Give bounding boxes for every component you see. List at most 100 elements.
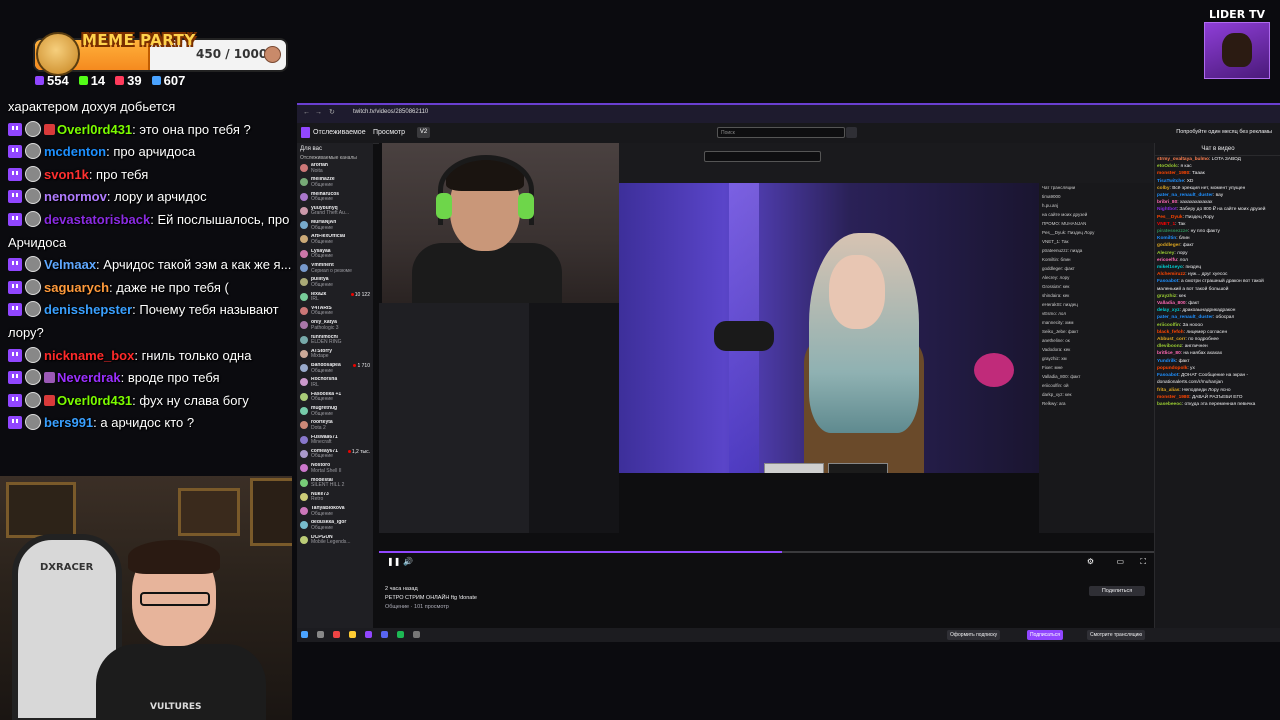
forward-arrow-icon[interactable]: → <box>315 109 322 116</box>
browser-url[interactable]: twitch.tv/videos/2850862110 <box>353 109 428 115</box>
chat-username[interactable]: goddleger <box>1157 243 1180 248</box>
search-icon[interactable] <box>846 127 857 138</box>
chat-username[interactable]: bers991 <box>44 415 93 430</box>
participant-thumb[interactable] <box>764 463 824 473</box>
sidebar-channel[interactable]: Bandosapea Общение 1 710 <box>297 363 373 377</box>
sidebar-channel[interactable]: Nostoro Mortal Shell II <box>297 463 373 477</box>
windows-start-icon[interactable] <box>301 631 308 638</box>
chat-username[interactable]: Alecrey <box>1157 251 1174 256</box>
volume-icon[interactable]: 🔊 <box>403 557 413 566</box>
watch-stream-button[interactable]: Смотрите трансляцию <box>1087 630 1146 640</box>
sidebar-channel[interactable]: deduskka_lgor Общение <box>297 520 373 534</box>
follow-button[interactable]: Оформить подписку <box>947 630 1001 640</box>
sidebar-channel[interactable]: Rochorsha IRL <box>297 377 373 391</box>
chat-username[interactable]: basebeeoc <box>1157 402 1182 407</box>
chrome-icon[interactable] <box>333 631 340 638</box>
twitch-taskbar-icon[interactable] <box>365 631 372 638</box>
chat-username[interactable]: delay_xyz <box>1157 308 1180 313</box>
chat-username[interactable]: frita_alias <box>1157 388 1179 393</box>
chat-username[interactable]: nickname_box <box>44 348 134 363</box>
sidebar-channel[interactable]: aroffah Noita <box>297 163 373 177</box>
sidebar-channel[interactable]: Vmmnent Сериал о резюме <box>297 263 373 277</box>
chat-username[interactable]: piratessezzze <box>1157 229 1188 234</box>
sidebar-channel[interactable]: Fuswaa671 Minecraft <box>297 435 373 449</box>
share-button[interactable]: Поделиться <box>1089 586 1145 596</box>
reload-icon[interactable]: ↻ <box>329 108 335 116</box>
sidebar-channel[interactable]: comeay671 Общение 1,2 тыс. <box>297 449 373 463</box>
chat-username[interactable]: colby <box>1157 186 1170 191</box>
chat-username[interactable]: Nightbot <box>1157 207 1177 212</box>
back-arrow-icon[interactable]: ← <box>303 109 310 116</box>
vk-play-icon[interactable]: V2 <box>417 127 430 138</box>
sidebar-channel[interactable]: DCPGUN Mobile Legends... <box>297 535 373 549</box>
chat-username[interactable]: denisshepster <box>44 302 132 317</box>
sidebar-channel[interactable]: Fasoollka +1 Общение <box>297 392 373 406</box>
chat-username[interactable]: eriicoolfin <box>1157 323 1180 328</box>
sidebar-channel[interactable]: modestal SILENT HILL 2 <box>297 478 373 492</box>
chat-username[interactable]: mikel1seyo <box>1157 265 1183 270</box>
sidebar-channel[interactable]: ATStorry Mixtape <box>297 349 373 363</box>
search-input[interactable]: Поиск <box>717 127 845 138</box>
sidebar-channel[interactable]: Lysayaa Общение <box>297 249 373 263</box>
video-player[interactable]: Чат трансляции tima9000 h.pu.anj на сайте м… <box>379 143 1154 578</box>
sidebar-channel[interactable]: melharucos Общение <box>297 192 373 206</box>
chat-username[interactable]: Yundrilk <box>1157 359 1176 364</box>
pause-icon[interactable]: ❚❚ <box>387 557 400 566</box>
spotify-icon[interactable] <box>397 631 404 638</box>
sidebar-channel[interactable]: lexa2k IRL 10 122 <box>297 292 373 306</box>
sidebar-channel[interactable]: TanyaBlokova Общение <box>297 506 373 520</box>
sidebar-channel[interactable]: mellhazze Общение <box>297 177 373 191</box>
sidebar-channel[interactable]: V4TARIS Общение <box>297 306 373 320</box>
participant-thumb[interactable] <box>828 463 888 473</box>
chat-username[interactable]: Fasoabot <box>1157 279 1178 284</box>
chat-username[interactable]: etoOdolc <box>1157 164 1178 169</box>
sidebar-channel[interactable]: mugretnug Общение <box>297 406 373 420</box>
chat-username[interactable]: Komiltin <box>1157 236 1176 241</box>
sidebar-channel[interactable]: ArtFlexOfficial Общение <box>297 234 373 248</box>
chat-username[interactable]: bribri_80 <box>1157 200 1177 205</box>
chat-username[interactable]: VNET_1 <box>1157 222 1175 227</box>
chat-username[interactable]: dleviboonz <box>1157 344 1182 349</box>
chat-username[interactable]: TisaTwitche <box>1157 179 1184 184</box>
chat-username[interactable]: saguarych <box>44 280 109 295</box>
subscribe-button[interactable]: Подписаться <box>1027 630 1063 640</box>
folder-icon[interactable] <box>349 631 356 638</box>
chat-username[interactable]: Fasoabot <box>1157 373 1178 378</box>
theatre-mode-icon[interactable]: ▭ <box>1116 557 1124 566</box>
obs-icon[interactable] <box>413 631 420 638</box>
discord-icon[interactable] <box>381 631 388 638</box>
nav-browse[interactable]: Просмотр <box>373 129 405 136</box>
chat-username[interactable]: popundopolk <box>1157 366 1187 371</box>
ad-free-promo[interactable]: Попробуйте один месяц без рекламы <box>1176 129 1272 135</box>
chat-username[interactable]: Overl0rd431 <box>57 122 132 137</box>
chat-username[interactable]: black_fefoh <box>1157 330 1184 335</box>
chat-username[interactable]: pater_na_renault_duster <box>1157 193 1213 198</box>
nav-following[interactable]: Отслеживаемое <box>313 129 366 136</box>
chat-username[interactable]: strmy_ovaltaya_bulmo <box>1157 157 1209 162</box>
chat-username[interactable]: monster_1980 <box>1157 171 1189 176</box>
chat-username[interactable]: pater_na_renault_duster <box>1157 315 1213 320</box>
chat-username[interactable]: mcdenton <box>44 144 106 159</box>
settings-icon[interactable]: ⚙ <box>1087 557 1094 566</box>
chat-username[interactable]: ericoelfu <box>1157 258 1177 263</box>
sidebar-channel[interactable]: pullitya Общение <box>297 277 373 291</box>
fullscreen-icon[interactable]: ⛶ <box>1140 557 1146 567</box>
chat-username[interactable]: grayzhiz <box>1157 294 1176 299</box>
chat-username[interactable]: nenormov <box>44 189 107 204</box>
chat-username[interactable]: Alchemiruzz <box>1157 272 1185 277</box>
sidebar-channel[interactable]: MuHaNjAn Общение <box>297 220 373 234</box>
chat-username[interactable]: Abbust_corr <box>1157 337 1186 342</box>
video-progress-track[interactable] <box>379 551 1154 553</box>
chat-username[interactable]: Neverdrak <box>57 370 121 385</box>
chat-username[interactable]: devastatorisback <box>44 212 150 227</box>
search-taskbar-icon[interactable] <box>317 631 324 638</box>
sidebar-channel[interactable]: only_katya Pathologic 3 <box>297 320 373 334</box>
chat-username[interactable]: Valladia_800 <box>1157 301 1186 306</box>
sidebar-channel[interactable]: yuuybunyq Grand Theft Au... <box>297 206 373 220</box>
sidebar-channel[interactable]: funnimochi ELDEN RING <box>297 335 373 349</box>
chat-username[interactable]: britlice_80 <box>1157 351 1181 356</box>
chat-username[interactable]: Velmaax <box>44 257 96 272</box>
sidebar-channel[interactable]: Nuke73 Retro <box>297 492 373 506</box>
chat-username[interactable]: monster_1980 <box>1157 395 1189 400</box>
twitch-logo-icon[interactable] <box>301 127 310 138</box>
